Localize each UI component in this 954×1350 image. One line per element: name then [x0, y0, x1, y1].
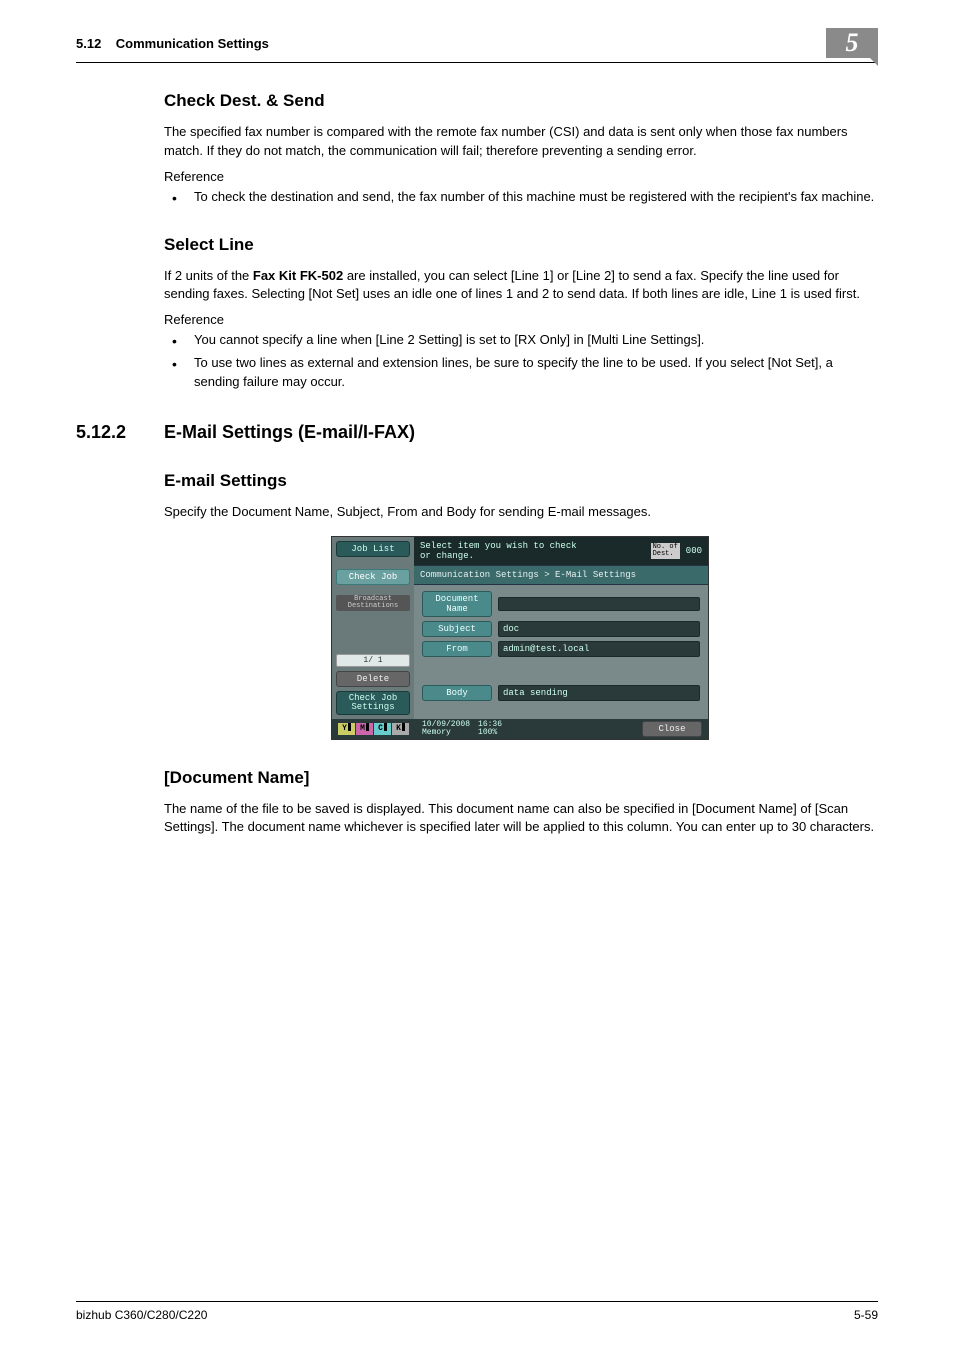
page-footer: bizhub C360/C280/C220 5-59 [76, 1301, 878, 1322]
bullet-item: To use two lines as external and extensi… [164, 354, 876, 392]
check-job-settings-button[interactable]: Check Job Settings [336, 691, 410, 715]
chapter-badge: 5 [826, 28, 878, 58]
bullet-item: You cannot specify a line when [Line 2 S… [164, 331, 876, 350]
bullet-list-2: You cannot specify a line when [Line 2 S… [164, 331, 876, 392]
bullet-list-1: To check the destination and send, the f… [164, 188, 876, 207]
status-msg-line1: Select item you wish to check [420, 541, 577, 551]
toner-k-icon: K [392, 723, 409, 735]
footer-model: bizhub C360/C280/C220 [76, 1308, 207, 1322]
para-check-dest: The specified fax number is compared wit… [164, 123, 876, 161]
section-number: 5.12 [76, 36, 101, 51]
ui-screenshot: Job List Select item you wish to check o… [331, 536, 709, 740]
toner-c-icon: C [374, 723, 391, 735]
footer-memory-label: Memory [422, 728, 451, 737]
body-button[interactable]: Body [422, 685, 492, 701]
heading-document-name: [Document Name] [164, 768, 876, 788]
subsection-title: E-Mail Settings (E-mail/I-FAX) [164, 422, 415, 443]
ui-footer-bar: Y M C K 10/09/2008 Memory 16:36 100% Clo… [332, 719, 708, 739]
heading-email-settings: E-mail Settings [164, 471, 876, 491]
subsection-number: 5.12.2 [76, 422, 164, 443]
subsection-heading: 5.12.2 E-Mail Settings (E-mail/I-FAX) [164, 422, 876, 443]
bullet-item: To check the destination and send, the f… [164, 188, 876, 207]
check-job-button[interactable]: Check Job [336, 569, 410, 585]
broadcast-dest-label: Broadcast Destinations [336, 595, 410, 612]
page-header: 5.12 Communication Settings 5 [76, 28, 878, 63]
body-value: data sending [498, 685, 700, 701]
close-button[interactable]: Close [642, 721, 702, 737]
reference-label-2: Reference [164, 312, 876, 327]
delete-button[interactable]: Delete [336, 671, 410, 687]
subject-button[interactable]: Subject [422, 621, 492, 637]
footer-memory-value: 100% [478, 728, 497, 737]
status-msg-line2: or change. [420, 551, 577, 561]
job-list-button[interactable]: Job List [336, 541, 410, 557]
status-message-bar: Select item you wish to check or change.… [414, 537, 708, 565]
chapter-number: 5 [846, 28, 859, 58]
dest-count-label: No. of Dest. [651, 543, 680, 559]
footer-page-number: 5-59 [854, 1308, 878, 1322]
para-document-name: The name of the file to be saved is disp… [164, 800, 876, 838]
para-email-settings: Specify the Document Name, Subject, From… [164, 503, 876, 522]
section-label: 5.12 Communication Settings [76, 36, 269, 51]
toner-y-icon: Y [338, 723, 355, 735]
reference-label-1: Reference [164, 169, 876, 184]
document-name-value [498, 597, 700, 611]
heading-check-dest-send: Check Dest. & Send [164, 91, 876, 111]
breadcrumb: Communication Settings > E-Mail Settings [414, 565, 708, 585]
subject-value: doc [498, 621, 700, 637]
dest-count-value: 000 [686, 546, 702, 556]
toner-m-icon: M [356, 723, 373, 735]
heading-select-line: Select Line [164, 235, 876, 255]
section-title: Communication Settings [116, 36, 269, 51]
from-button[interactable]: From [422, 641, 492, 657]
toner-indicators: Y M C K [338, 723, 414, 735]
document-name-button[interactable]: Document Name [422, 591, 492, 617]
page-indicator: 1/ 1 [336, 654, 410, 667]
from-value: admin@test.local [498, 641, 700, 657]
para-select-line: If 2 units of the Fax Kit FK-502 are ins… [164, 267, 876, 305]
